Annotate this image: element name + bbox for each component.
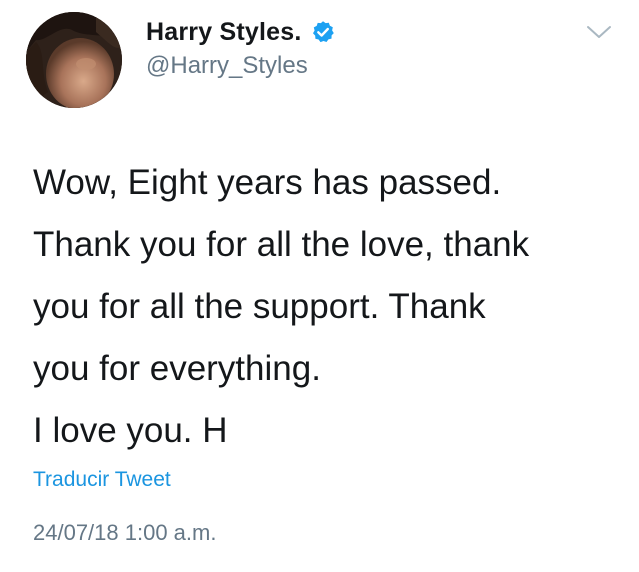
chevron-down-icon[interactable] bbox=[585, 22, 613, 42]
tweet-text-line: Thank you for all the love, thank bbox=[33, 225, 530, 264]
display-name[interactable]: Harry Styles. bbox=[146, 18, 301, 47]
verified-badge-icon bbox=[311, 20, 335, 44]
tweet-text-line: Wow, Eight years has passed. bbox=[33, 163, 502, 202]
avatar-image bbox=[26, 12, 122, 108]
tweet-text-line: I love you. H bbox=[33, 411, 228, 450]
tweet-timestamp[interactable]: 24/07/18 1:00 a.m. bbox=[33, 520, 216, 546]
tweet-card: Harry Styles. @Harry_Styles Wow, Eight y… bbox=[0, 0, 639, 572]
tweet-text: Wow, Eight years has passed. Thank you f… bbox=[33, 152, 623, 462]
tweet-text-line: you for all the support. Thank bbox=[33, 287, 486, 326]
tweet-text-line: you for everything. bbox=[33, 349, 321, 388]
translate-tweet-link[interactable]: Traducir Tweet bbox=[33, 468, 171, 492]
avatar[interactable] bbox=[26, 12, 122, 108]
user-handle[interactable]: @Harry_Styles bbox=[146, 52, 308, 80]
user-name-row[interactable]: Harry Styles. bbox=[146, 14, 335, 50]
